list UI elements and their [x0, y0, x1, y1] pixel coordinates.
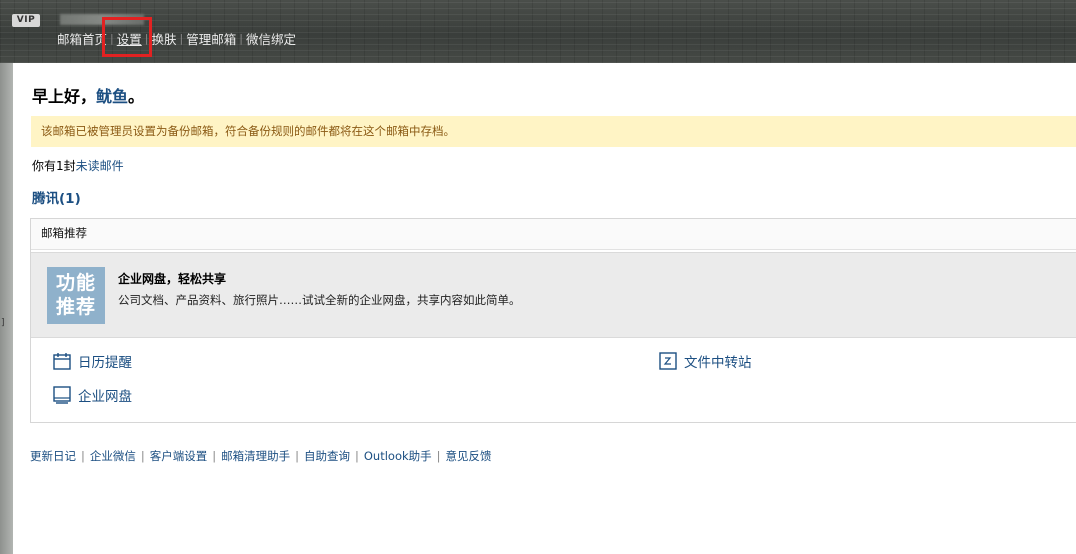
- footer-separator: |: [355, 449, 359, 463]
- nav-manage[interactable]: 管理邮箱: [186, 29, 236, 48]
- left-panel-edge: ]: [0, 63, 13, 554]
- nav-separator: |: [239, 31, 243, 45]
- nav-wechat[interactable]: 微信绑定: [246, 29, 296, 48]
- calendar-reminder-label: 日历提醒: [78, 355, 132, 371]
- folder-group-link[interactable]: 腾讯(1): [32, 187, 81, 207]
- promo-card[interactable]: 功能 推荐 企业网盘，轻松共享 公司文档、产品资料、旅行照片……试试全新的企业网…: [31, 252, 1076, 338]
- backup-notice-banner: 该邮箱已被管理员设置为备份邮箱，符合备份规则的邮件都将在这个邮箱中存档。: [31, 116, 1076, 147]
- top-nav: 邮箱首页 | 设置 | 换肤 | 管理邮箱 | 微信绑定: [57, 29, 296, 48]
- greeting-username[interactable]: 鱿鱼: [96, 87, 128, 106]
- nav-separator: |: [179, 31, 184, 45]
- feature-recommend-badge: 功能 推荐: [47, 267, 105, 324]
- recommend-panel: 邮箱推荐 功能 推荐 企业网盘，轻松共享 公司文档、产品资料、旅行照片……试试全…: [30, 218, 1076, 423]
- vip-badge: VIP: [12, 14, 40, 27]
- footer-separator: |: [436, 449, 441, 463]
- calendar-icon: [53, 352, 71, 370]
- enterprise-disk-label: 企业网盘: [78, 389, 132, 405]
- left-edge-bracket: ]: [1, 318, 5, 328]
- promo-title[interactable]: 企业网盘，轻松共享: [118, 270, 226, 287]
- unread-prefix: 你有1封: [32, 159, 76, 173]
- nav-home[interactable]: 邮箱首页: [57, 29, 107, 48]
- badge-line-2: 推荐: [55, 296, 96, 318]
- footer-link-wework[interactable]: 企业微信: [90, 448, 136, 464]
- footer-separator: |: [212, 449, 217, 463]
- enterprise-disk-link[interactable]: 企业网盘: [53, 385, 132, 405]
- promo-description: 公司文档、产品资料、旅行照片……试试全新的企业网盘，共享内容如此简单。: [118, 293, 521, 307]
- footer-separator: |: [140, 449, 145, 463]
- nav-skin[interactable]: 换肤: [151, 29, 176, 48]
- recommend-panel-title: 邮箱推荐: [31, 219, 1076, 250]
- footer-link-outlook[interactable]: Outlook助手: [364, 448, 432, 464]
- footer-link-client-settings[interactable]: 客户端设置: [150, 448, 208, 464]
- greeting-suffix: 。: [128, 87, 145, 106]
- calendar-reminder-link[interactable]: 日历提醒: [53, 351, 132, 371]
- disk-icon: [53, 386, 71, 404]
- badge-line-1: 功能: [55, 272, 96, 294]
- greeting: 早上好，鱿鱼。: [32, 83, 144, 107]
- footer-link-cleanup[interactable]: 邮箱清理助手: [221, 448, 290, 464]
- greeting-prefix: 早上好，: [32, 87, 97, 106]
- footer-link-changelog[interactable]: 更新日记: [30, 448, 76, 464]
- footer-link-self-query[interactable]: 自助查询: [304, 448, 350, 464]
- file-transfer-link[interactable]: 文件中转站: [659, 351, 752, 371]
- footer-separator: |: [81, 449, 85, 463]
- settings-highlight-box: [102, 17, 152, 57]
- file-transfer-icon: [659, 352, 677, 370]
- footer-links: 更新日记 | 企业微信 | 客户端设置 | 邮箱清理助手 | 自助查询 | Ou…: [30, 448, 492, 464]
- footer-separator: |: [295, 449, 299, 463]
- footer-link-feedback[interactable]: 意见反馈: [446, 448, 492, 464]
- unread-mail-link[interactable]: 未读邮件: [76, 159, 124, 173]
- main-content: 早上好，鱿鱼。 该邮箱已被管理员设置为备份邮箱，符合备份规则的邮件都将在这个邮箱…: [13, 63, 1076, 554]
- file-transfer-label: 文件中转站: [684, 355, 752, 371]
- unread-summary: 你有1封未读邮件: [32, 157, 124, 174]
- top-banner: VIP 邮箱首页 | 设置 | 换肤 | 管理邮箱 | 微信绑定: [0, 0, 1076, 63]
